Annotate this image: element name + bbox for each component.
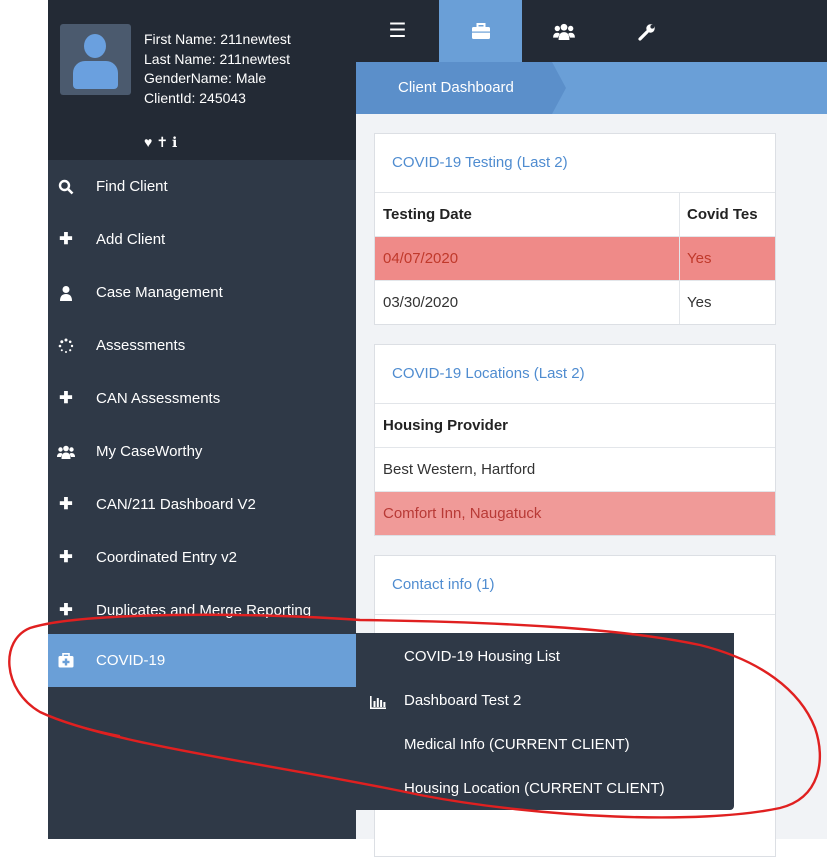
sidebar-item-can-assessments[interactable]: ✚ CAN Assessments	[48, 372, 356, 425]
last-name: Last Name: 211newtest	[144, 50, 291, 67]
covid-test-value: Yes	[687, 294, 712, 311]
column-header[interactable]: Housing Provider	[383, 404, 508, 447]
table-header: Testing Date Covid Tes	[375, 193, 775, 237]
client-info: First Name: 211newtest Last Name: 211new…	[144, 30, 291, 108]
sidebar-item-label: My CaseWorthy	[96, 443, 203, 460]
medkit-icon	[54, 634, 78, 687]
submenu-item-medical-info[interactable]: Medical Info (CURRENT CLIENT)	[356, 723, 734, 767]
panel-title[interactable]: COVID-19 Testing (Last 2)	[375, 134, 775, 193]
sidebar-item-find-client[interactable]: Find Client	[48, 160, 356, 213]
testing-date: 03/30/2020	[383, 294, 459, 311]
submenu-item-dashboard-test-2[interactable]: Dashboard Test 2	[356, 679, 734, 723]
sidebar-item-can-211-dashboard[interactable]: ✚ CAN/211 Dashboard V2	[48, 478, 356, 531]
table-row[interactable]: Best Western, Hartford	[375, 448, 775, 492]
menu-icon: ☰	[388, 20, 407, 42]
covid-locations-panel: COVID-19 Locations (Last 2) Housing Prov…	[374, 344, 776, 536]
client-profile: First Name: 211newtest Last Name: 211new…	[48, 0, 356, 160]
sidebar-item-label: CAN/211 Dashboard V2	[96, 496, 256, 513]
first-name: First Name: 211newtest	[144, 31, 291, 47]
sidebar-item-label: Assessments	[96, 337, 186, 354]
submenu-item-label: Dashboard Test 2	[404, 692, 522, 709]
users-icon	[54, 425, 78, 478]
plus-icon: ✚	[59, 496, 73, 513]
client-id: ClientId: 245043	[144, 89, 246, 106]
breadcrumb-client-dashboard[interactable]: Client Dashboard	[356, 62, 566, 114]
menu-button[interactable]: ☰	[356, 0, 439, 62]
sidebar-item-label: CAN Assessments	[96, 390, 221, 407]
briefcase-icon	[471, 20, 491, 42]
sidebar-item-label: Coordinated Entry v2	[96, 549, 237, 566]
sidebar-item-label: COVID-19	[96, 652, 166, 669]
user-icon	[54, 266, 78, 319]
covid-test-value: Yes	[687, 250, 712, 267]
users-button[interactable]	[522, 0, 605, 62]
bar-chart-icon	[370, 679, 386, 723]
person-icon[interactable]: ✝	[156, 134, 172, 150]
top-toolbar: ☰	[356, 0, 827, 62]
sidebar: First Name: 211newtest Last Name: 211new…	[48, 0, 356, 839]
submenu-item-label: COVID-19 Housing List	[404, 648, 560, 665]
gender: GenderName: Male	[144, 70, 267, 86]
plus-icon: ✚	[59, 231, 73, 248]
info-icon[interactable]: ℹ	[172, 134, 181, 150]
plus-icon: ✚	[59, 602, 73, 619]
testing-date: 04/07/2020	[383, 250, 459, 267]
settings-button[interactable]	[605, 0, 688, 62]
submenu-item-label: Medical Info (CURRENT CLIENT)	[404, 736, 630, 753]
submenu-item-label: Housing Location (CURRENT CLIENT)	[404, 780, 665, 797]
sidebar-item-case-management[interactable]: Case Management	[48, 266, 356, 319]
sidebar-item-add-client[interactable]: ✚ Add Client	[48, 213, 356, 266]
column-header[interactable]: Testing Date	[383, 193, 472, 236]
housing-provider: Comfort Inn, Naugatuck	[383, 505, 542, 522]
breadcrumb-label: Client Dashboard	[398, 79, 514, 96]
sidebar-item-covid-19[interactable]: COVID-19	[48, 634, 356, 687]
spinner-icon	[54, 319, 78, 372]
submenu-item-housing-location[interactable]: Housing Location (CURRENT CLIENT)	[356, 767, 734, 811]
avatar	[60, 24, 131, 95]
table-header: Housing Provider	[375, 404, 775, 448]
plus-icon: ✚	[59, 390, 73, 407]
housing-provider: Best Western, Hartford	[383, 461, 536, 478]
sidebar-item-duplicates[interactable]: ✚ Duplicates and Merge Reporting	[48, 584, 356, 637]
sidebar-item-label: Case Management	[96, 284, 223, 301]
sidebar-item-assessments[interactable]: Assessments	[48, 319, 356, 372]
covid-submenu: COVID-19 Housing List Dashboard Test 2 M…	[356, 633, 734, 810]
sidebar-item-label: Duplicates and Merge Reporting	[96, 602, 312, 619]
table-row[interactable]: Comfort Inn, Naugatuck	[375, 492, 775, 535]
sidebar-item-my-caseworthy[interactable]: My CaseWorthy	[48, 425, 356, 478]
panel-title[interactable]: Contact info (1)	[375, 556, 775, 615]
panel-title[interactable]: COVID-19 Locations (Last 2)	[375, 345, 775, 404]
sidebar-item-label: Add Client	[96, 231, 166, 248]
table-row[interactable]: 03/30/2020 Yes	[375, 281, 775, 324]
heart-icon[interactable]: ♥	[144, 134, 156, 150]
sidebar-item-coordinated-entry[interactable]: ✚ Coordinated Entry v2	[48, 531, 356, 584]
plus-icon: ✚	[59, 549, 73, 566]
breadcrumb: Client Dashboard	[356, 62, 827, 114]
table-row[interactable]: 04/07/2020 Yes	[375, 237, 775, 281]
submenu-item-housing-list[interactable]: COVID-19 Housing List	[356, 635, 734, 679]
column-header[interactable]: Covid Tes	[687, 193, 758, 236]
sidebar-item-label: Find Client	[96, 178, 168, 195]
briefcase-button[interactable]	[439, 0, 522, 62]
search-icon	[54, 160, 78, 213]
covid-testing-panel: COVID-19 Testing (Last 2) Testing Date C…	[374, 133, 776, 325]
profile-icons: ♥✝ℹ	[144, 134, 181, 151]
wrench-icon	[637, 20, 656, 42]
users-icon	[552, 20, 575, 42]
